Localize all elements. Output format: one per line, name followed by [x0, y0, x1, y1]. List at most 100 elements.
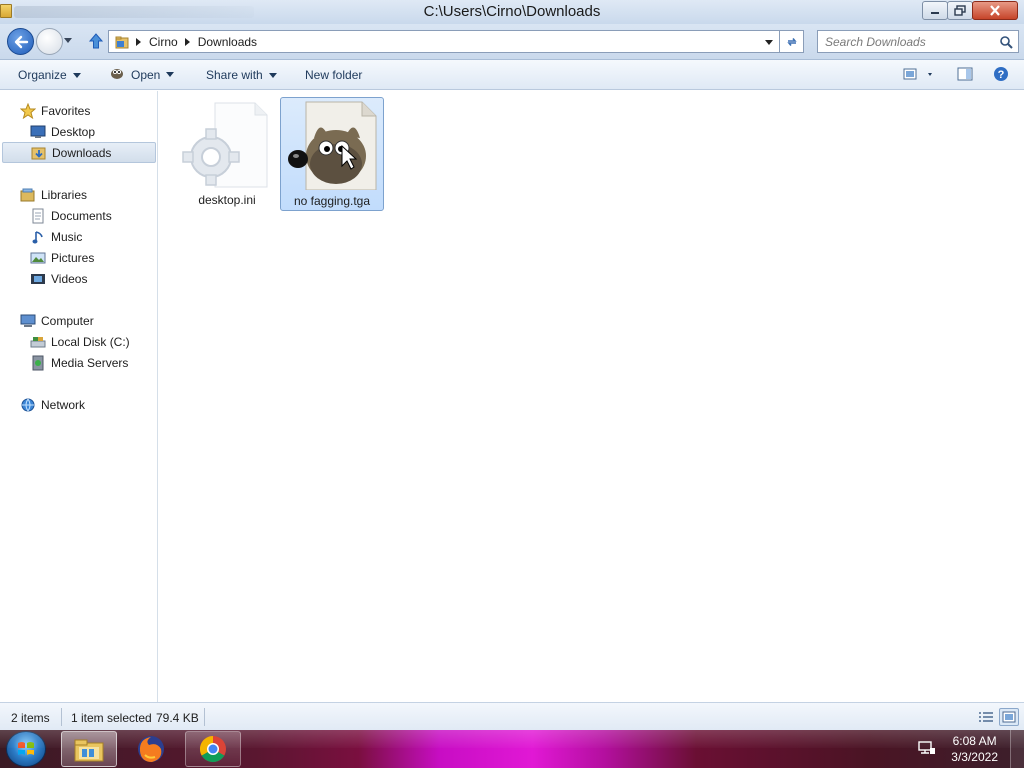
windows-logo-icon [18, 742, 34, 755]
organize-button[interactable]: Organize [18, 68, 81, 82]
breadcrumb-cirno[interactable]: Cirno [149, 35, 178, 49]
taskbar-file-explorer[interactable] [61, 731, 117, 767]
large-icons-view-button[interactable] [999, 708, 1019, 726]
address-dropdown[interactable] [765, 40, 773, 45]
title-bar: C:\Users\Cirno\Downloads [0, 0, 1024, 24]
nav-label: Desktop [51, 124, 96, 139]
navigation-pane: Favorites Desktop Downloads Libraries Do… [0, 91, 158, 702]
file-name: no fagging.tga [293, 194, 371, 208]
pictures-icon [30, 250, 46, 266]
nav-label: Pictures [51, 250, 95, 265]
address-bar[interactable]: Cirno Downloads [108, 30, 780, 53]
taskbar-chrome[interactable] [185, 731, 241, 767]
nav-videos[interactable]: Videos [0, 268, 156, 289]
clock[interactable]: 6:08 AM 3/3/2022 [951, 733, 998, 765]
minimize-button[interactable] [922, 1, 948, 20]
documents-icon [30, 208, 46, 224]
file-item-desktop-ini[interactable]: desktop.ini [175, 97, 279, 211]
change-view-button[interactable] [902, 65, 936, 86]
nav-media-servers[interactable]: Media Servers [0, 352, 156, 373]
forward-button[interactable] [36, 28, 63, 55]
media-server-icon [30, 355, 46, 371]
nav-favorites[interactable]: Favorites [0, 100, 156, 121]
window-title: C:\Users\Cirno\Downloads [423, 3, 601, 20]
up-button[interactable] [88, 32, 104, 53]
status-bar: 2 items 1 item selected 79.4 KB [0, 702, 1024, 730]
system-tray: 6:08 AM 3/3/2022 [904, 730, 1024, 768]
search-box[interactable] [817, 30, 1019, 53]
hard-disk-icon [30, 334, 46, 350]
nav-network[interactable]: Network [0, 394, 156, 415]
close-button[interactable] [972, 1, 1018, 20]
start-button[interactable] [6, 731, 46, 767]
taskbar: 6:08 AM 3/3/2022 [0, 730, 1024, 768]
nav-desktop[interactable]: Desktop [0, 121, 156, 142]
breadcrumb-separator[interactable] [184, 37, 190, 46]
nav-documents[interactable]: Documents [0, 205, 156, 226]
clock-time: 6:08 AM [952, 734, 997, 748]
file-list: desktop.ini no fagging.tga [159, 91, 1024, 702]
chevron-down-icon [268, 72, 277, 78]
nav-pictures[interactable]: Pictures [0, 247, 156, 268]
computer-icon [20, 313, 36, 329]
nav-label: Computer [41, 313, 94, 328]
svg-text:?: ? [998, 69, 1005, 81]
nav-label: Libraries [41, 187, 88, 202]
details-view-button[interactable] [976, 708, 996, 726]
organize-label: Organize [18, 68, 67, 82]
desktop-icon [30, 124, 46, 140]
show-desktop-button[interactable] [1010, 730, 1024, 768]
new-folder-button[interactable]: New folder [305, 68, 362, 82]
share-with-button[interactable]: Share with [206, 68, 277, 82]
taskbar-firefox[interactable] [123, 731, 179, 767]
new-folder-label: New folder [305, 68, 363, 82]
address-row: Cirno Downloads [0, 24, 1024, 60]
nav-libraries[interactable]: Libraries [0, 184, 156, 205]
breadcrumb-separator[interactable] [136, 37, 141, 46]
nav-label: Videos [51, 271, 88, 286]
nav-label: Documents [51, 208, 112, 223]
up-arrow-icon [88, 33, 104, 49]
item-count: 2 items [11, 711, 50, 725]
firefox-icon [138, 736, 164, 762]
file-explorer-icon [74, 739, 104, 762]
close-icon [990, 5, 1000, 16]
search-icon[interactable] [999, 35, 1013, 52]
refresh-button[interactable] [780, 30, 804, 53]
minimize-icon [931, 11, 939, 14]
star-icon [20, 102, 36, 119]
gimp-image-icon [284, 100, 380, 191]
nav-music[interactable]: Music [0, 226, 156, 247]
nav-label: Local Disk (C:) [51, 334, 130, 349]
network-status-icon[interactable] [918, 740, 936, 759]
nav-local-disk[interactable]: Local Disk (C:) [0, 331, 156, 352]
nav-label: Media Servers [51, 355, 129, 370]
back-button[interactable] [7, 28, 34, 55]
status-divider [204, 708, 205, 726]
settings-file-icon [179, 99, 275, 189]
preview-pane-button[interactable] [956, 65, 974, 86]
refresh-icon [786, 37, 797, 46]
open-button[interactable]: Open [109, 66, 175, 83]
search-input[interactable] [825, 34, 995, 49]
recent-pages-dropdown[interactable] [64, 38, 72, 43]
selection-size: 79.4 KB [156, 711, 199, 725]
restore-icon [954, 5, 966, 16]
file-name: desktop.ini [198, 193, 256, 207]
breadcrumb-downloads[interactable]: Downloads [198, 35, 257, 49]
nav-label: Favorites [41, 103, 91, 118]
help-icon: ? [994, 67, 1008, 81]
help-button[interactable]: ? [992, 65, 1010, 86]
gimp-icon [109, 66, 125, 83]
restore-button[interactable] [947, 1, 973, 20]
chevron-down-icon [72, 72, 81, 78]
file-item-no-fagging-tga[interactable]: no fagging.tga [280, 97, 384, 211]
nav-label: Downloads [52, 145, 112, 160]
status-divider [61, 708, 62, 726]
nav-downloads[interactable]: Downloads [2, 142, 156, 163]
nav-computer[interactable]: Computer [0, 310, 156, 331]
view-options-icon [903, 68, 932, 80]
nav-label: Network [41, 397, 86, 412]
network-icon [20, 397, 36, 413]
back-arrow-icon [14, 35, 28, 48]
